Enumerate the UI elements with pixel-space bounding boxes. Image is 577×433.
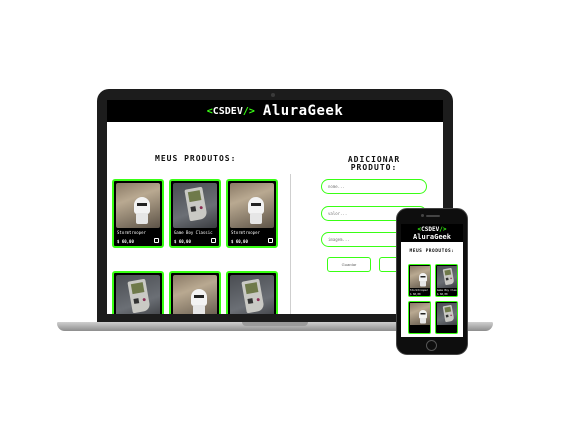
stormtrooper-image — [230, 183, 274, 228]
mobile-products-title: MEUS PRODUTOS: — [409, 249, 455, 254]
logo-tag[interactable]: <CSDEV/> — [207, 106, 255, 117]
product-card[interactable] — [169, 271, 221, 314]
product-name: Game Boy Classic — [174, 230, 213, 235]
trash-icon[interactable] — [154, 238, 159, 243]
mobile-logo-tag[interactable]: <CSDEV/> — [401, 226, 463, 233]
home-button[interactable] — [426, 340, 437, 351]
site-body: MEUS PRODUTOS: ADICIONAR PRODUTO: Stormt… — [107, 122, 443, 314]
site-header: <CSDEV/> AluraGeek — [107, 100, 443, 122]
mobile-product-card[interactable] — [435, 301, 458, 334]
laptop-screen: <CSDEV/> AluraGeek MEUS PRODUTOS: ADICIO… — [107, 100, 443, 314]
mobile-product-name: Stormtrooper — [410, 289, 429, 292]
product-card[interactable]: Game Boy Classic $ 60,00 — [169, 179, 221, 248]
products-title: MEUS PRODUTOS: — [155, 154, 237, 163]
stormtrooper-image — [173, 275, 217, 314]
product-name: Stormtrooper — [231, 230, 260, 235]
mobile-product-card[interactable]: Stormtrooper $ 60,00 — [408, 264, 431, 297]
phone-screen: <CSDEV/> AluraGeek MEUS PRODUTOS: Stormt… — [401, 224, 463, 337]
phone-device: <CSDEV/> AluraGeek MEUS PRODUTOS: Stormt… — [396, 208, 468, 355]
gameboy-image — [437, 266, 457, 288]
trash-icon[interactable] — [211, 238, 216, 243]
phone-speaker — [426, 215, 440, 217]
product-name: Stormtrooper — [117, 230, 146, 235]
product-card[interactable] — [226, 271, 278, 314]
gameboy-image — [230, 275, 274, 314]
gameboy-image — [116, 275, 160, 314]
gameboy-image — [173, 183, 217, 228]
mobile-product-price: $ 60,00 — [437, 293, 448, 296]
mobile-product-price: $ 60,00 — [410, 293, 421, 296]
product-card[interactable]: Stormtrooper $ 60,00 — [112, 179, 164, 248]
laptop-notch — [242, 322, 308, 326]
mobile-product-card[interactable] — [408, 301, 431, 334]
mobile-header: <CSDEV/> AluraGeek — [401, 224, 463, 242]
phone-camera-icon — [421, 214, 424, 217]
stormtrooper-image — [410, 303, 430, 325]
mobile-site-name: AluraGeek — [413, 233, 451, 241]
add-product-title: ADICIONAR PRODUTO: — [347, 155, 401, 172]
product-card[interactable]: Stormtrooper $ 60,00 — [226, 179, 278, 248]
section-divider — [290, 174, 291, 314]
camera-icon — [271, 93, 275, 97]
product-price: $ 60,00 — [174, 239, 191, 244]
name-field[interactable] — [321, 179, 427, 194]
stormtrooper-image — [116, 183, 160, 228]
mobile-product-card[interactable]: Game Boy Classic$ 60,00 — [435, 264, 458, 297]
gameboy-image — [437, 303, 457, 325]
stormtrooper-image — [410, 266, 430, 288]
product-card[interactable] — [112, 271, 164, 314]
product-grid: Stormtrooper $ 60,00 Game Boy Classic $ 60,… — [112, 179, 284, 314]
save-button[interactable]: Guardar — [327, 257, 371, 272]
mobile-product-name: Game Boy Classic — [437, 289, 458, 292]
mobile-product-grid: Stormtrooper$ 60,00Game Boy Classic$ 60,… — [408, 264, 458, 334]
site-name: AluraGeek — [262, 103, 344, 119]
product-price: $ 60,00 — [231, 239, 248, 244]
trash-icon[interactable] — [268, 238, 273, 243]
product-price: $ 60,00 — [117, 239, 134, 244]
